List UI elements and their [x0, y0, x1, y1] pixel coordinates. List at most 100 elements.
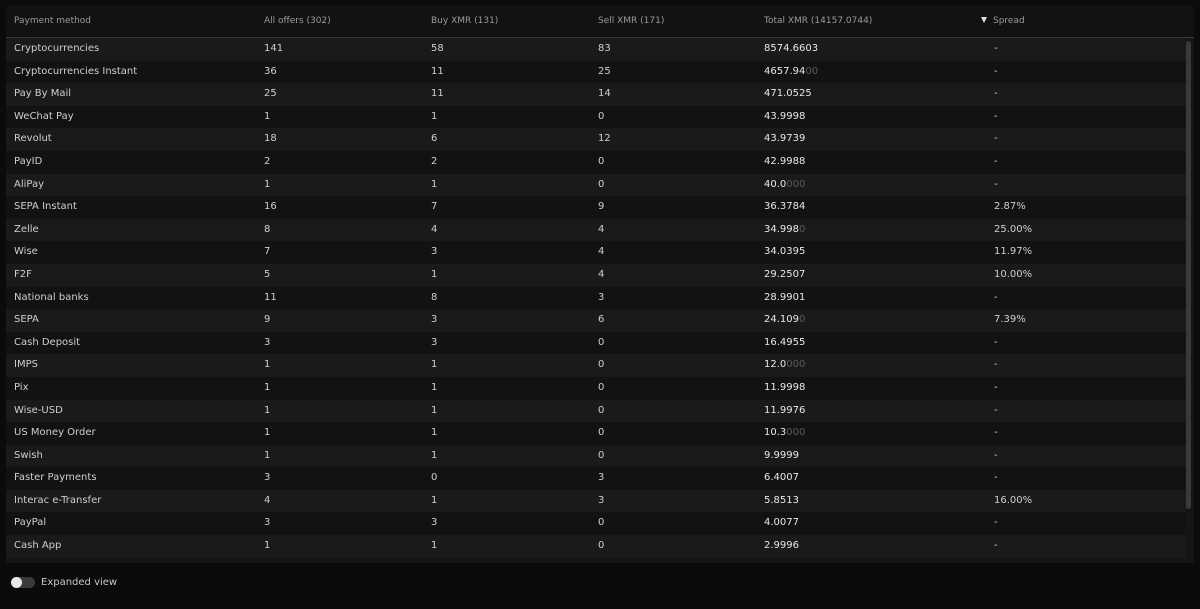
total-trailing-zeros: 000: [786, 427, 806, 439]
cell-buy-xmr: 1: [431, 449, 438, 461]
cell-spread: 16.00%: [994, 494, 1033, 506]
cell-all-offers: 4: [264, 494, 271, 506]
cell-sell-xmr: 3: [598, 291, 605, 303]
table-row[interactable]: Cryptocurrencies Instant 36 11 25 4657.9400 -: [6, 60, 1186, 84]
total-value: 12.0: [764, 359, 787, 371]
table-header: Payment method All offers (302) Buy XMR …: [6, 5, 1194, 38]
cell-buy-xmr: 8: [431, 291, 438, 303]
scrollbar-thumb[interactable]: [1186, 41, 1191, 509]
payment-methods-table: Payment method All offers (302) Buy XMR …: [6, 5, 1194, 563]
table-row[interactable]: WeChat Pay 1 1 0 43.9998 -: [6, 105, 1186, 129]
total-value: 11.9998: [764, 381, 806, 393]
total-value: 36.3784: [764, 201, 806, 213]
cell-all-offers: 36: [264, 65, 277, 77]
total-value: 6.4007: [764, 472, 799, 484]
table-row[interactable]: PayPal 3 3 0 4.0077 -: [6, 512, 1186, 536]
table-row[interactable]: Zelle 8 4 4 34.9980 25.00%: [6, 218, 1186, 242]
cell-sell-xmr: 4: [598, 223, 605, 235]
table-row[interactable]: Wise-USD 1 1 0 11.9976 -: [6, 399, 1186, 423]
cell-buy-xmr: 58: [431, 43, 444, 54]
cell-buy-xmr: 3: [431, 314, 438, 326]
header-all-offers[interactable]: All offers (302): [264, 5, 331, 37]
table-row[interactable]: Interac e-Transfer 4 1 3 5.8513 16.00%: [6, 489, 1186, 513]
vertical-scrollbar[interactable]: [1186, 38, 1192, 563]
cell-all-offers: 3: [264, 517, 271, 529]
table-row[interactable]: SEPA 9 3 6 24.1090 7.39%: [6, 309, 1186, 332]
cell-all-offers: 1: [264, 540, 271, 552]
table-row[interactable]: National banks 11 8 3 28.9901 -: [6, 286, 1186, 310]
cell-payment-method: F2F: [14, 268, 32, 280]
cell-all-offers: 11: [264, 291, 277, 303]
cell-total-xmr: 4.0077: [764, 512, 799, 535]
header-buy-xmr[interactable]: Buy XMR (131): [431, 5, 498, 37]
cell-all-offers: 7: [264, 246, 271, 258]
table-row[interactable]: AliPay 1 1 0 40.0000 -: [6, 173, 1186, 197]
table-row[interactable]: Wise 7 3 4 34.0395 11.97%: [6, 241, 1186, 264]
table-row[interactable]: US Money Order 1 1 0 10.3000 -: [6, 422, 1186, 445]
cell-payment-method: AliPay: [14, 178, 45, 190]
table-row[interactable]: PayID 2 2 0 42.9988 -: [6, 150, 1186, 174]
table-row[interactable]: F2F 5 1 4 29.2507 10.00%: [6, 263, 1186, 287]
toggle-knob: [11, 577, 22, 588]
table-row[interactable]: Cash App 1 1 0 2.9996 -: [6, 535, 1186, 558]
cell-buy-xmr: 1: [431, 178, 438, 190]
table-row[interactable]: Faster Payments 3 0 3 6.4007 -: [6, 467, 1186, 490]
cell-sell-xmr: 0: [598, 178, 605, 190]
table-row[interactable]: Swish 1 1 0 9.9999 -: [6, 444, 1186, 468]
cell-sell-xmr: 4: [598, 268, 605, 280]
total-value: 28.9901: [764, 291, 806, 303]
cell-total-xmr: 43.9998: [764, 106, 805, 129]
cell-all-offers: 8: [264, 223, 271, 235]
total-value: 34.998: [764, 223, 799, 235]
cell-spread: -: [994, 291, 998, 303]
expanded-view-label: Expanded view: [41, 577, 118, 588]
cell-sell-xmr: 6: [598, 314, 605, 326]
table-row[interactable]: IMPS 1 1 0 12.0000 -: [6, 354, 1186, 377]
header-total-xmr[interactable]: Total XMR (14157.0744): [764, 5, 872, 37]
cell-all-offers: 2: [264, 155, 271, 167]
cell-spread: -: [994, 155, 998, 167]
cell-all-offers: 16: [264, 201, 277, 213]
cell-spread: -: [994, 336, 998, 348]
cell-payment-method: Wise-USD: [14, 404, 63, 416]
cell-all-offers: 1: [264, 427, 271, 439]
header-spread[interactable]: Spread: [981, 5, 1025, 37]
cell-all-offers: 25: [264, 88, 277, 100]
table-row[interactable]: SEPA Instant 16 7 9 36.3784 2.87%: [6, 196, 1186, 219]
total-value: 43.9998: [764, 110, 806, 122]
cell-buy-xmr: 3: [431, 517, 438, 529]
cell-total-xmr: 4657.9400: [764, 61, 818, 84]
cell-payment-method: National banks: [14, 291, 89, 303]
cell-total-xmr: 24.1090: [764, 309, 805, 332]
header-payment-method[interactable]: Payment method: [14, 5, 91, 37]
cell-buy-xmr: 1: [431, 110, 438, 122]
cell-spread: -: [994, 110, 998, 122]
cell-sell-xmr: 0: [598, 517, 605, 529]
table-row[interactable]: Pay By Mail 25 11 14 471.0525 -: [6, 83, 1186, 106]
cell-buy-xmr: 1: [431, 404, 438, 416]
header-sell-xmr[interactable]: Sell XMR (171): [598, 5, 664, 37]
total-value: 42.9988: [764, 155, 806, 167]
cell-sell-xmr: 0: [598, 540, 605, 552]
cell-sell-xmr: 0: [598, 155, 605, 167]
cell-buy-xmr: 1: [431, 381, 438, 393]
cell-buy-xmr: 1: [431, 359, 438, 371]
total-value: 24.109: [764, 314, 799, 326]
expanded-view-toggle[interactable]: [11, 577, 35, 588]
cell-total-xmr: 471.0525: [764, 83, 812, 106]
cell-spread: -: [994, 517, 998, 529]
table-row[interactable]: Cash Deposit 3 3 0 16.4955 -: [6, 331, 1186, 355]
cell-total-xmr: 36.3784: [764, 196, 805, 219]
cell-all-offers: 1: [264, 359, 271, 371]
total-trailing-zeros: 0: [799, 314, 806, 326]
cell-total-xmr: 40.0000: [764, 174, 805, 197]
table-row[interactable]: Cryptocurrencies 141 58 83 8574.6603 -: [6, 38, 1186, 61]
cell-payment-method: Cash App: [14, 540, 62, 552]
table-row[interactable]: Revolut 18 6 12 43.9739 -: [6, 128, 1186, 151]
table-row[interactable]: Pix 1 1 0 11.9998 -: [6, 376, 1186, 400]
cell-sell-xmr: 9: [598, 201, 605, 213]
sort-desc-icon: [981, 16, 987, 23]
cell-total-xmr: 34.9980: [764, 219, 805, 242]
cell-buy-xmr: 11: [431, 88, 444, 100]
cell-sell-xmr: 0: [598, 381, 605, 393]
